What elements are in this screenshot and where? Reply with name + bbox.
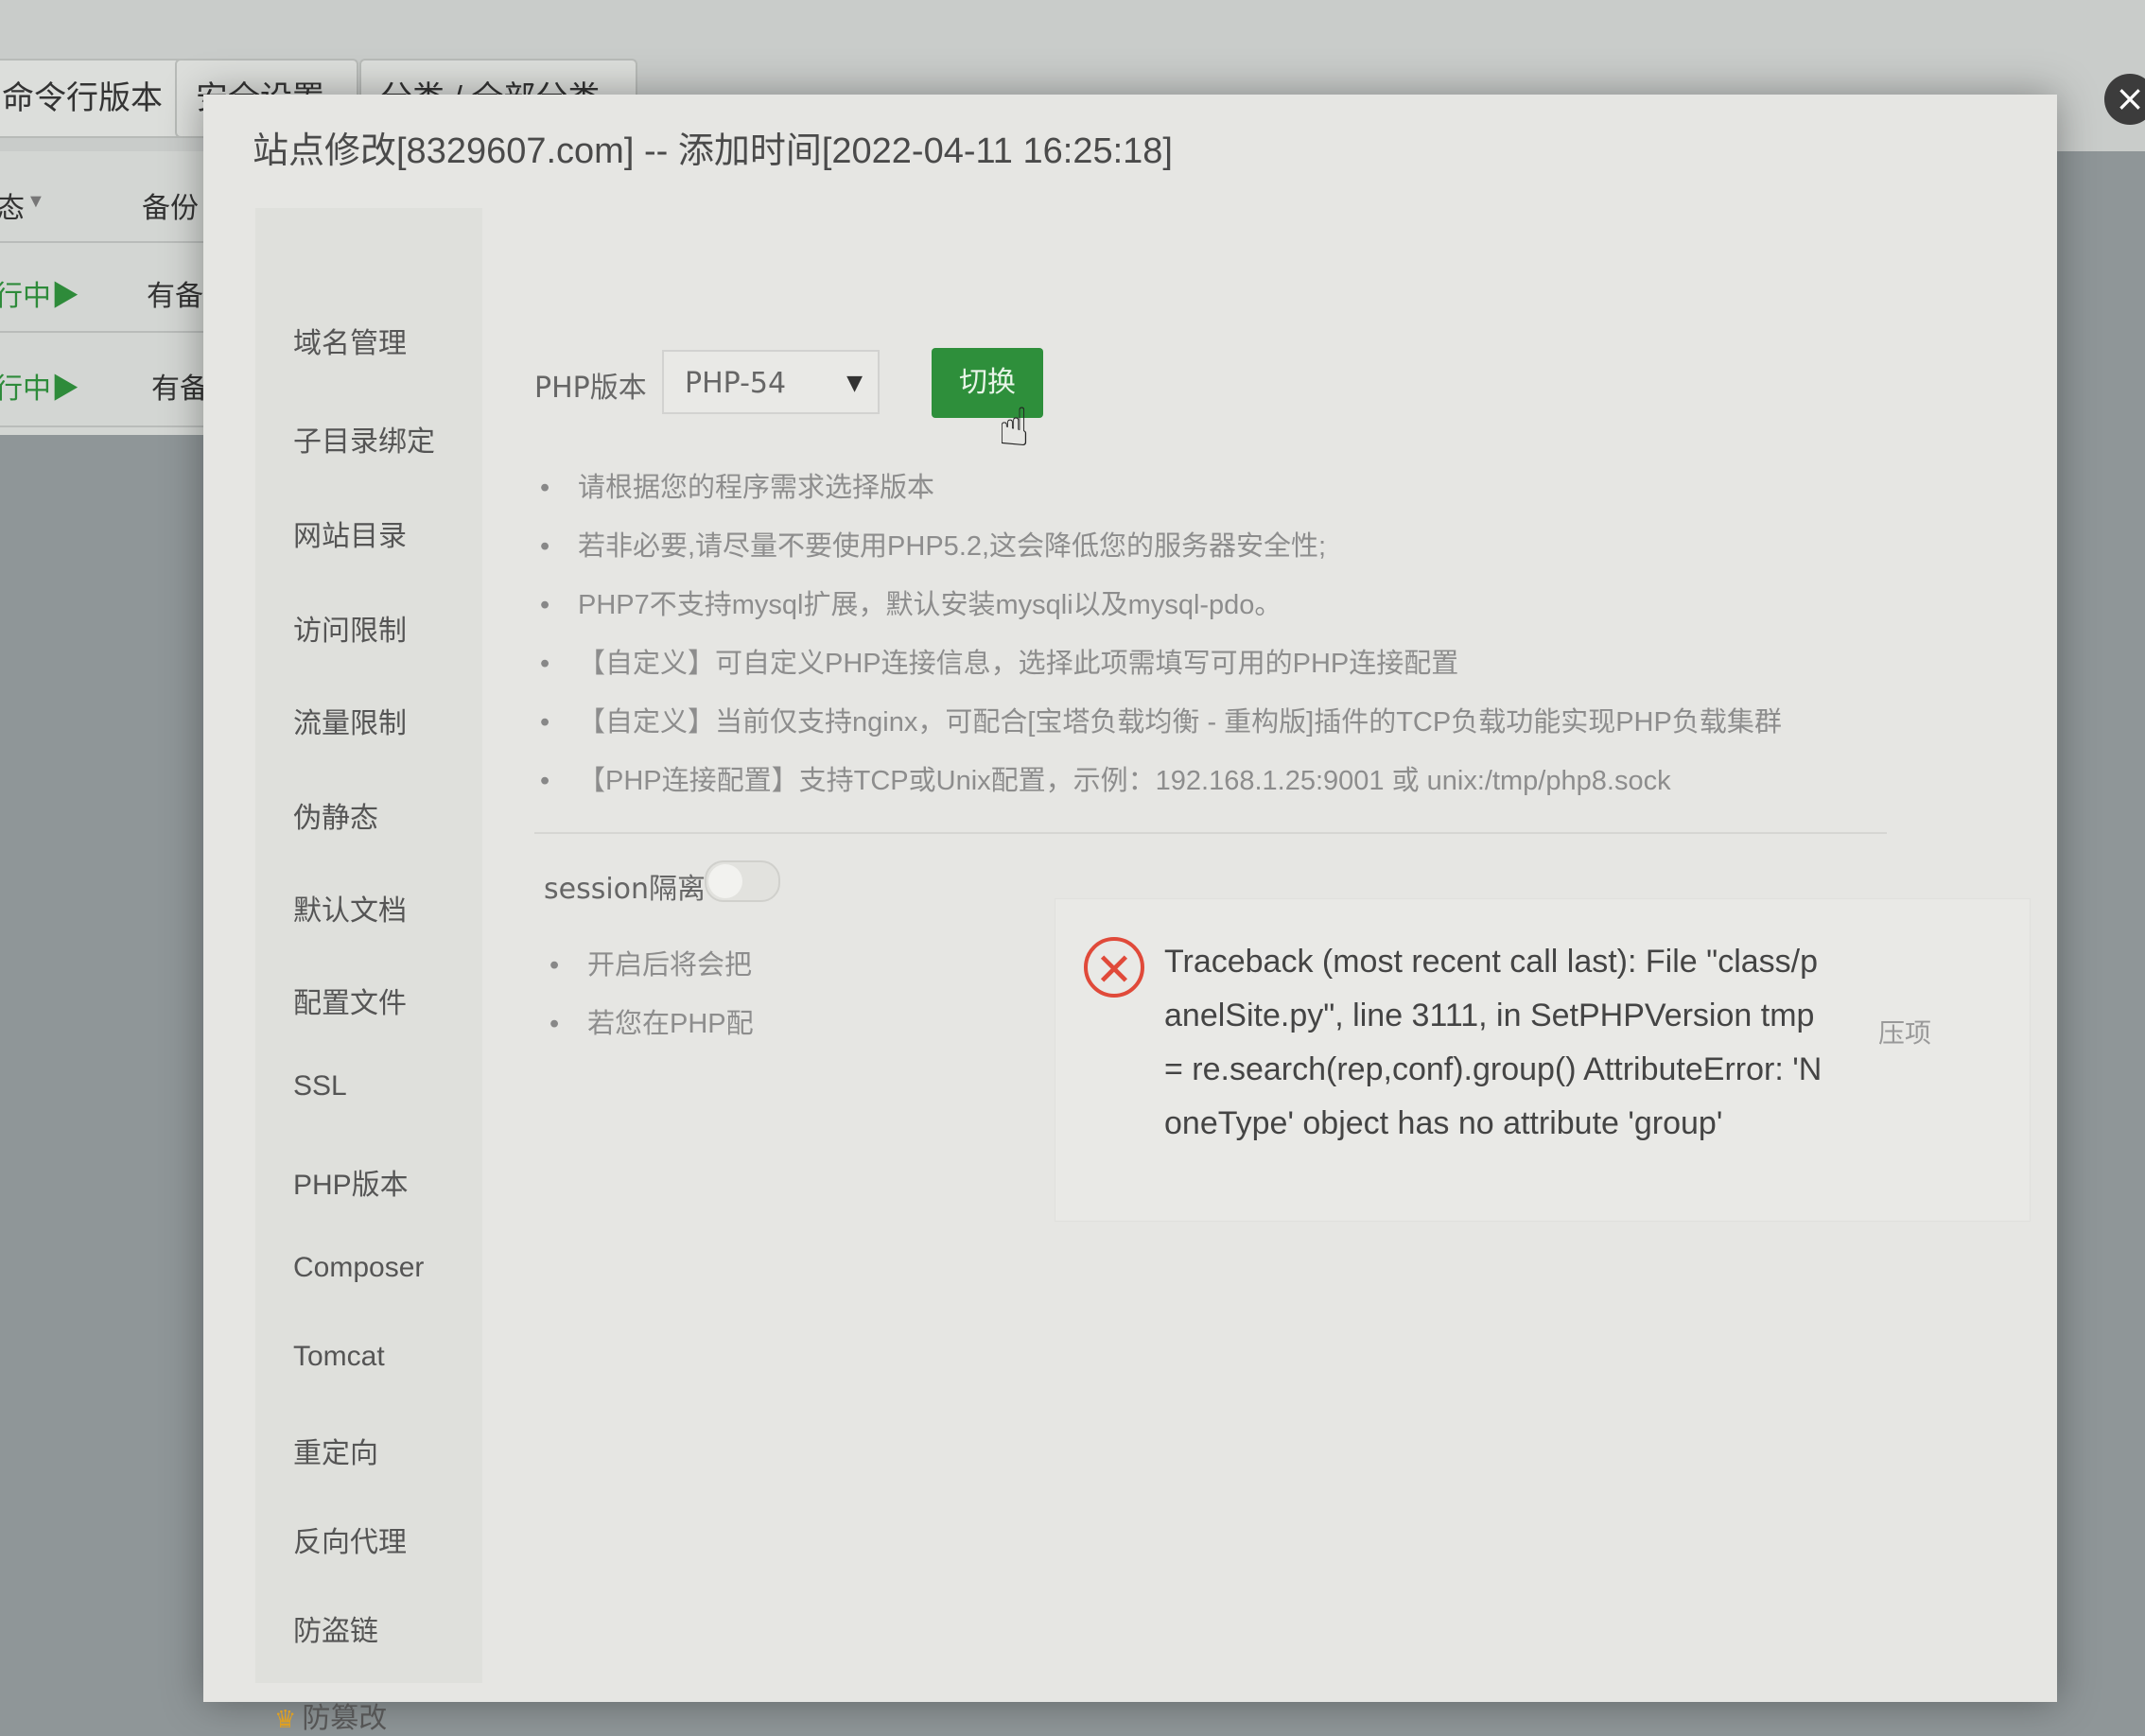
sidebar-item-ssl[interactable]: SSL	[293, 1070, 347, 1102]
sidebar-item-reverse-proxy[interactable]: 反向代理	[293, 1519, 407, 1560]
tip-item: 【自定义】可自定义PHP连接信息，选择此项需填写可用的PHP连接配置	[534, 634, 1953, 693]
sidebar-item-access-limit[interactable]: 访问限制	[293, 607, 407, 649]
sidebar-item-config-file[interactable]: 配置文件	[293, 980, 407, 1021]
php-version-selected: PHP-54	[685, 367, 787, 400]
tip-item: 【自定义】当前仅支持nginx，可配合[宝塔负载均衡 - 重构版]插件的TCP负…	[534, 693, 1953, 752]
site-edit-modal: 站点修改[8329607.com] -- 添加时间[2022-04-11 16:…	[203, 95, 2057, 1734]
sidebar-item-tamper-proof[interactable]: ♛ 防篡改	[274, 1694, 387, 1736]
sidebar-item-php-version[interactable]: PHP版本	[293, 1161, 409, 1203]
error-message: Traceback (most recent call last): File …	[1164, 944, 1822, 1141]
toggle-knob	[708, 864, 742, 898]
modal-sidebar: 域名管理 子目录绑定 网站目录 访问限制 流量限制 伪静态 默认文档 配置文件 …	[255, 208, 482, 1734]
site-backup-status[interactable]: 有备	[147, 272, 203, 314]
sort-down-icon[interactable]: ▼	[26, 191, 45, 213]
sidebar-item-tomcat[interactable]: Tomcat	[293, 1341, 385, 1373]
php-version-select[interactable]: PHP-54 ▼	[662, 350, 880, 414]
sidebar-item-domain[interactable]: 域名管理	[293, 320, 407, 361]
php-version-label: PHP版本	[534, 372, 647, 405]
backup-column-header: 备份	[142, 193, 199, 224]
error-popup: ✕ Traceback (most recent call last): Fil…	[1055, 898, 2031, 1222]
session-tips-list: 开启后将会把 若您在PHP配	[544, 936, 828, 1053]
sidebar-item-rewrite[interactable]: 伪静态	[293, 794, 378, 836]
section-divider	[534, 832, 1887, 834]
tip-item: 开启后将会把	[544, 936, 776, 995]
tip-item: 若您在PHP配	[544, 995, 776, 1053]
command-line-button[interactable]: 命令行版本	[0, 59, 183, 138]
tip-item: 请根据您的程序需求选择版本	[534, 459, 1953, 517]
sidebar-item-subdirectory[interactable]: 子目录绑定	[293, 418, 435, 460]
php-tips-list: 请根据您的程序需求选择版本 若非必要,请尽量不要使用PHP5.2,这会降低您的服…	[534, 459, 1953, 810]
session-isolation-toggle[interactable]	[705, 860, 780, 902]
site-backup-status[interactable]: 有备	[151, 365, 208, 407]
php-version-panel: PHP版本 PHP-54 ▼ 切换 ☝ 请根据您的程序需求选择版本 若非必要,请…	[515, 208, 2031, 1683]
sidebar-item-label: 防篡改	[302, 1703, 388, 1734]
tip-item: 【PHP连接配置】支持TCP或Unix配置，示例：192.168.1.25:90…	[534, 752, 1953, 810]
sidebar-item-default-doc[interactable]: 默认文档	[293, 887, 407, 929]
status-column-header[interactable]: 态	[0, 184, 25, 226]
modal-title: 站点修改[8329607.com] -- 添加时间[2022-04-11 16:…	[253, 131, 1173, 171]
sidebar-item-traffic-limit[interactable]: 流量限制	[293, 700, 407, 741]
tip-item: 若非必要,请尽量不要使用PHP5.2,这会降低您的服务器安全性;	[534, 517, 1953, 576]
dropdown-arrow-icon: ▼	[846, 372, 863, 395]
session-isolation-label: session隔离	[544, 873, 706, 906]
sidebar-item-composer[interactable]: Composer	[293, 1252, 424, 1284]
sidebar-item-redirect[interactable]: 重定向	[293, 1430, 378, 1471]
sidebar-item-hotlink[interactable]: 防盗链	[293, 1607, 378, 1649]
error-x-icon: ✕	[1084, 937, 1144, 998]
crown-icon: ♛	[274, 1705, 297, 1733]
site-status-running[interactable]: 行中▶	[0, 365, 79, 407]
tip-item: PHP7不支持mysql扩展，默认安装mysqli以及mysql-pdo。	[534, 576, 1953, 634]
site-status-running[interactable]: 行中▶	[0, 272, 79, 314]
error-side-text: 压项	[1878, 1017, 1932, 1049]
hand-cursor-icon: ☝	[998, 397, 1031, 459]
sidebar-item-site-directory[interactable]: 网站目录	[293, 512, 407, 554]
